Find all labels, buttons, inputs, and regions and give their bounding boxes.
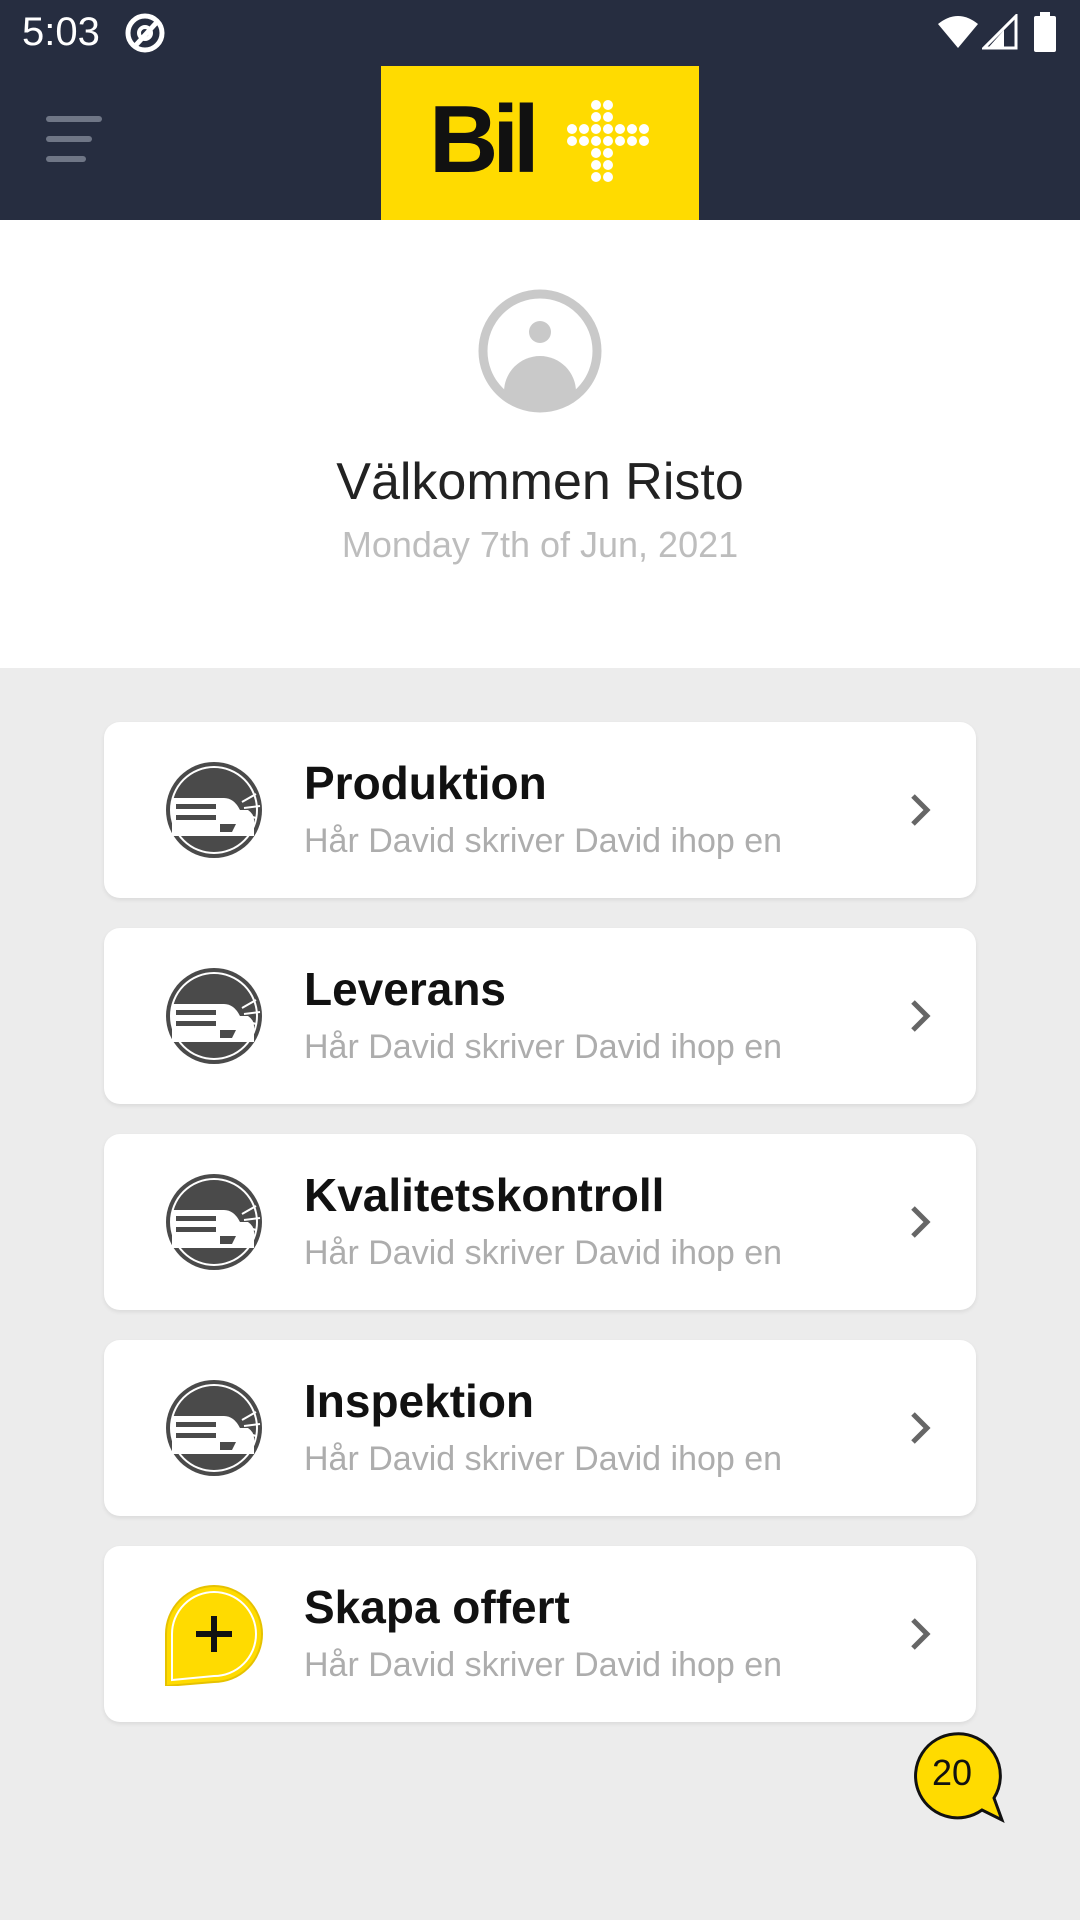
chevron-right-icon <box>911 1618 931 1650</box>
card-title: Leverans <box>304 963 507 1015</box>
chevron-right-icon <box>911 1412 931 1444</box>
card-subtitle: Hår David skriver David ihop en <box>304 1028 783 1066</box>
chevron-right-icon <box>911 1000 931 1032</box>
plus-dots-icon <box>567 100 649 182</box>
card-title: Kvalitetskontroll <box>304 1169 665 1221</box>
app-bar: Bil <box>0 66 1080 220</box>
chat-count: 20 <box>931 1752 973 1793</box>
welcome-date: Monday 7th of Jun, 2021 <box>341 524 739 565</box>
chevron-right-icon <box>911 794 931 826</box>
at-sign-icon <box>125 13 165 53</box>
menu-card-kvalitetskontroll[interactable]: Kvalitetskontroll Hår David skriver Davi… <box>104 1134 976 1310</box>
signal-icon <box>982 14 1018 50</box>
wifi-icon <box>938 16 978 48</box>
menu-card-leverans[interactable]: Leverans Hår David skriver David ihop en <box>104 928 976 1104</box>
logo-text: Bil <box>429 86 540 193</box>
status-bar: 5:03 <box>0 0 1080 66</box>
menu-card-produktion[interactable]: Produktion Hår David skriver David ihop … <box>104 722 976 898</box>
card-subtitle: Hår David skriver David ihop en <box>304 1234 783 1272</box>
car-icon <box>166 968 262 1064</box>
add-chat-icon <box>165 1585 263 1686</box>
card-title: Produktion <box>304 757 547 809</box>
hamburger-menu-icon[interactable] <box>46 116 106 162</box>
avatar-icon[interactable] <box>477 288 603 414</box>
welcome-section: Välkommen Risto Monday 7th of Jun, 2021 <box>0 220 1080 668</box>
chevron-right-icon <box>911 1206 931 1238</box>
card-title: Inspektion <box>304 1375 535 1427</box>
menu-card-inspektion[interactable]: Inspektion Hår David skriver David ihop … <box>104 1340 976 1516</box>
card-subtitle: Hår David skriver David ihop en <box>304 1646 783 1684</box>
car-icon <box>166 1174 262 1270</box>
status-time: 5:03 <box>22 10 100 54</box>
menu-card-skapa-offert[interactable]: Skapa offert Hår David skriver David iho… <box>104 1546 976 1722</box>
card-subtitle: Hår David skriver David ihop en <box>304 822 783 860</box>
car-icon <box>166 1380 262 1476</box>
battery-icon <box>1034 12 1056 52</box>
chat-badge[interactable]: 20 <box>910 1732 1006 1824</box>
car-icon <box>166 762 262 858</box>
card-title: Skapa offert <box>304 1581 570 1633</box>
bil-logo: Bil <box>381 66 699 220</box>
card-subtitle: Hår David skriver David ihop en <box>304 1440 783 1478</box>
welcome-title: Välkommen Risto <box>336 453 744 511</box>
